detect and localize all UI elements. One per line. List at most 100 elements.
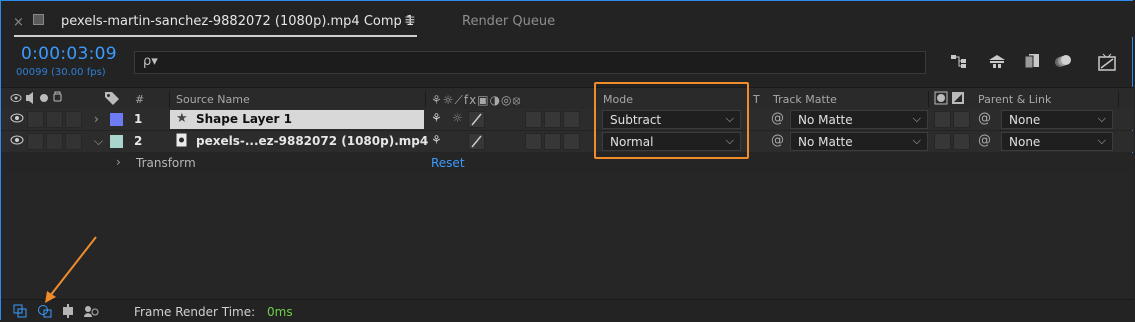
3d-layer-switch[interactable] [563,133,580,150]
preserve-transparency-toggle[interactable] [750,111,767,128]
collapse-switch-icon[interactable]: ☼ [452,111,463,125]
visibility-eye-icon[interactable] [10,112,24,126]
matte-invert-toggle[interactable] [953,133,970,150]
layer-row[interactable]: › 1 ★ Shape Layer 1 ⚘ ☼ Subtract ⌵ @ No … [1,109,1134,130]
column-header-row: # Source Name ⚘☼⟋fx▣◑◎⦻ Mode T Track Mat… [1,87,1134,110]
quality-switch[interactable] [468,111,485,128]
audio-toggle[interactable] [27,111,44,128]
matte-alpha-toggle[interactable] [934,133,951,150]
motion-blur-icon[interactable] [1053,53,1075,73]
frame-render-time-label: Frame Render Time: [134,305,256,319]
shy-switch-icon[interactable]: ⚘ [431,111,442,125]
tab-comp[interactable]: pexels-martin-sanchez-9882072 (1080p).mp… [61,14,414,29]
collapse-chevron-icon[interactable]: ⌵ [94,134,103,149]
header-track-matte[interactable]: Track Matte [773,93,837,106]
header-parent-link[interactable]: Parent & Link [978,93,1051,106]
current-time-display[interactable]: 0:00:03:09 [21,44,117,64]
expand-chevron-icon[interactable]: › [116,155,121,169]
chevron-down-icon: ⌵ [1097,112,1106,125]
frame-blending-icon[interactable] [1021,53,1043,73]
parent-dropdown[interactable]: None ⌵ [1001,110,1113,129]
label-color-swatch[interactable] [110,113,123,126]
tab-bar: × pexels-martin-sanchez-9882072 (1080p).… [1,1,1134,37]
chevron-down-icon: ⌵ [912,112,921,125]
column-divider [169,91,170,107]
header-source-name[interactable]: Source Name [176,93,250,106]
track-matte-dropdown[interactable]: No Matte ⌵ [790,110,928,129]
matte-icons [934,91,966,108]
header-switches: ⚘☼⟋fx▣◑◎⦻ [431,93,522,107]
layer-name-cell[interactable]: pexels-...ez-9882072 (1080p).mp4 [170,132,428,151]
chevron-down-icon: ⌵ [912,134,921,147]
timeline-bottom-bar: Frame Render Time: 0ms [1,299,1134,322]
track-matte-value: No Matte [798,113,853,127]
pick-whip-spiral-icon[interactable]: @ [771,133,784,148]
close-tab-icon[interactable]: × [13,15,24,30]
parent-pick-whip-icon[interactable]: @ [978,133,991,148]
layer-name-cell[interactable]: ★ Shape Layer 1 [170,110,424,129]
toggle-transfer-controls-icon[interactable] [37,304,53,322]
parent-pick-whip-icon[interactable]: @ [978,111,991,126]
frame-blend-switch[interactable] [506,111,523,128]
label-tag-icon [104,91,120,108]
parent-value: None [1009,113,1041,127]
layer-number: 2 [134,134,143,148]
layer-number: 1 [134,112,143,126]
adjustment-switch[interactable] [544,111,561,128]
toggle-layer-switches-icon[interactable] [13,304,27,322]
shy-switch-icon[interactable]: ⚘ [431,133,442,147]
solo-toggle[interactable] [46,133,63,150]
layer-row[interactable]: ⌵ 2 pexels-...ez-9882072 (1080p).mp4 ⚘ N… [1,131,1134,152]
footage-file-icon [176,133,187,151]
layer-search-input[interactable]: ρ▾ [134,51,926,74]
audio-toggle[interactable] [27,133,44,150]
active-tab-indicator [14,35,417,37]
toggle-render-time-icon[interactable] [83,304,99,322]
expand-chevron-icon[interactable]: › [94,112,99,126]
motion-blur-switch[interactable] [525,133,542,150]
solo-toggle[interactable] [46,111,63,128]
visibility-eye-icon[interactable] [10,134,24,148]
pick-whip-spiral-icon[interactable]: @ [771,111,784,126]
layer-name[interactable]: Shape Layer 1 [196,112,292,126]
label-color-swatch[interactable] [110,135,123,148]
panel-menu-icon[interactable]: ≡ [404,12,416,28]
matte-invert-toggle[interactable] [953,111,970,128]
layer-list-empty-area [1,173,1134,299]
column-divider [425,91,426,107]
toggle-in-out-icon[interactable] [61,304,75,322]
search-icon: ρ▾ [143,54,158,69]
chevron-down-icon: ⌵ [1097,134,1106,147]
track-matte-value: No Matte [798,135,853,149]
comp-flowchart-icon[interactable] [948,53,970,73]
parent-dropdown[interactable]: None ⌵ [1001,132,1113,151]
layer-name[interactable]: pexels-...ez-9882072 (1080p).mp4 [196,134,428,148]
timeline-panel: × pexels-martin-sanchez-9882072 (1080p).… [0,0,1134,322]
column-divider [1118,91,1119,107]
lock-toggle[interactable] [65,133,82,150]
adjustment-switch[interactable] [544,133,561,150]
mode-column-highlight [594,82,749,159]
shape-layer-star-icon: ★ [176,111,188,126]
column-divider [928,91,929,107]
matte-alpha-toggle[interactable] [934,111,951,128]
parent-value: None [1009,135,1041,149]
header-layer-number: # [135,93,145,106]
transform-label[interactable]: Transform [136,156,196,170]
motion-blur-switch[interactable] [525,111,542,128]
frame-render-time-value: 0ms [267,305,293,319]
transform-property-row[interactable]: › Transform Reset [1,153,1134,173]
reset-link[interactable]: Reset [431,156,465,170]
lock-toggle[interactable] [65,111,82,128]
3d-layer-switch[interactable] [563,111,580,128]
preserve-transparency-toggle[interactable] [750,133,767,150]
comp-color-swatch [33,14,44,25]
effect-switch[interactable] [487,111,504,128]
graph-editor-icon[interactable] [1096,53,1118,73]
quality-switch[interactable] [468,133,485,150]
av-features-header-icon [10,91,70,108]
tab-render-queue[interactable]: Render Queue [462,14,555,29]
draft-3d-icon[interactable] [986,53,1008,73]
header-preserve-transparency: T [753,93,760,106]
track-matte-dropdown[interactable]: No Matte ⌵ [790,132,928,151]
